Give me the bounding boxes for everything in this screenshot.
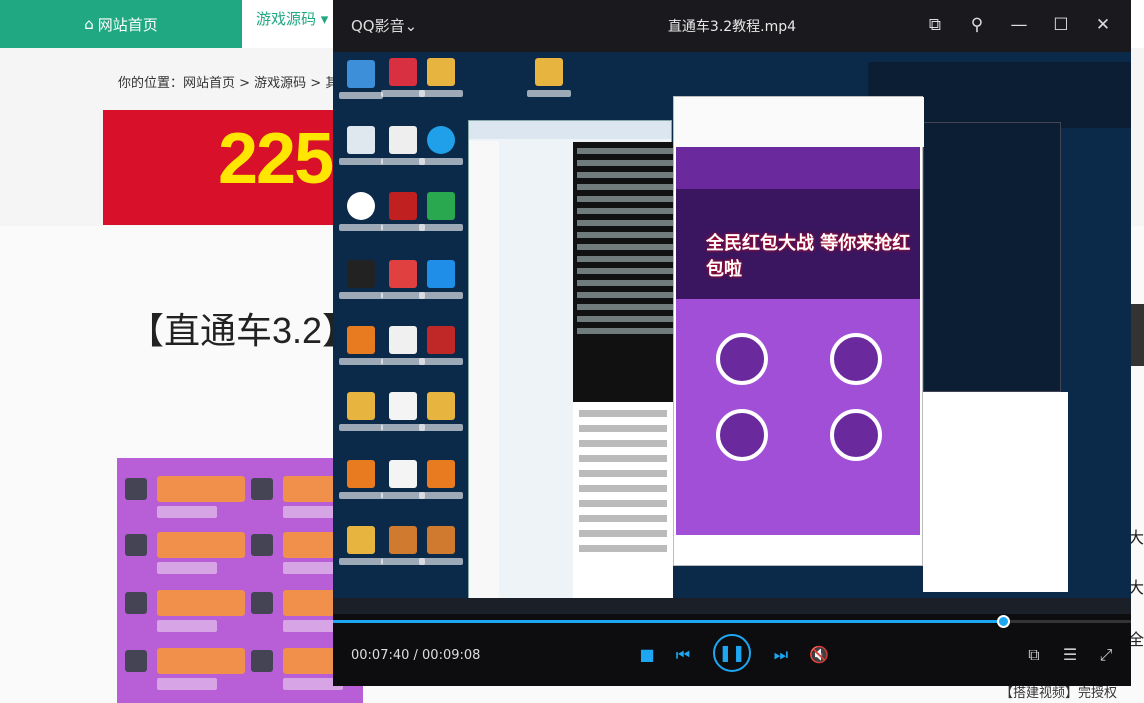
capture-icon[interactable]: ⧉ [1023, 644, 1045, 666]
desktop-icon [419, 192, 463, 231]
breadcrumb: 你的位置：网站首页 > 游戏源码 > 其他 [118, 76, 352, 91]
desktop-icon [339, 60, 383, 99]
chat-row [125, 532, 245, 578]
chat-row [125, 648, 245, 694]
home-icon: ⌂ [84, 15, 94, 33]
game-chip [716, 333, 768, 385]
file-browser-panel [573, 402, 673, 602]
chat-row [125, 476, 245, 522]
nav-home-label: 网站首页 [97, 15, 158, 34]
nav-home[interactable]: ⌂ 网站首页 [0, 0, 242, 48]
nav-game-source[interactable]: 游戏源码 ▾ [256, 0, 328, 48]
pause-icon: ❚❚ [718, 643, 746, 662]
desktop-icon [419, 460, 463, 499]
progress-knob[interactable] [997, 615, 1011, 628]
minimize-icon[interactable]: — [1009, 14, 1029, 36]
terminal-panel [573, 142, 681, 402]
next-icon[interactable]: ⏭ [770, 644, 792, 666]
mute-icon[interactable]: 🔇 [808, 644, 830, 666]
promo-banner[interactable]: 225 [103, 110, 343, 225]
desktop-icon [339, 392, 383, 431]
desktop-icon [419, 58, 463, 97]
game-banner-text: 全民红包大战 等你来抢红包啦 [706, 233, 911, 280]
time-display: 00:07:40 / 00:09:08 [351, 648, 481, 663]
game-chip [716, 409, 768, 461]
previous-icon[interactable]: ⏮ [672, 644, 694, 666]
desktop-icon [419, 526, 463, 565]
chat-row [125, 590, 245, 636]
game-screen: 全民红包大战 等你来抢红包啦 [676, 147, 920, 565]
article-title: 【直通车3.2】 [128, 310, 359, 351]
desktop-icon [419, 260, 463, 299]
settings-icon[interactable]: ☰ [1059, 644, 1081, 666]
nav-game-source-label: 游戏源码 [256, 10, 317, 28]
qq-player-window: QQ影音⌄ 直通车3.2教程.mp4 ⧉ ⚲ — ☐ ✕ 全民红包大战 等你来抢… [333, 0, 1131, 686]
fullscreen-icon[interactable]: ⤢ [1095, 644, 1117, 666]
player-titlebar[interactable]: QQ影音⌄ 直通车3.2教程.mp4 ⧉ ⚲ — ☐ ✕ [333, 0, 1131, 52]
stop-icon[interactable]: ■ [636, 644, 658, 666]
pause-button[interactable]: ❚❚ [713, 634, 751, 672]
maximize-icon[interactable]: ☐ [1051, 14, 1071, 36]
desktop-icon [527, 58, 571, 97]
desktop-icon [339, 260, 383, 299]
desktop-icon [339, 460, 383, 499]
game-chip [830, 409, 882, 461]
desktop-icon [419, 126, 463, 165]
screenshot-icon[interactable]: ⧉ [925, 14, 945, 36]
recorded-taskbar [333, 598, 1131, 614]
playback-controls: 00:07:40 / 00:09:08 ■ ⏮ ❚❚ ⏭ 🔇 ⧉ ☰ ⤢ [333, 614, 1131, 686]
desktop-icon [419, 326, 463, 365]
progress-fill [333, 620, 1004, 623]
close-icon[interactable]: ✕ [1093, 14, 1113, 36]
file-list-window [923, 392, 1068, 592]
desktop-icon [339, 126, 383, 165]
pin-icon[interactable]: ⚲ [967, 14, 987, 36]
game-chip [830, 333, 882, 385]
video-frame[interactable]: 全民红包大战 等你来抢红包啦 [333, 52, 1131, 614]
background-app-window [923, 122, 1061, 392]
desktop-icon [339, 526, 383, 565]
banner-text: 225 [218, 119, 334, 199]
chevron-down-icon: ▾ [320, 10, 329, 28]
article-screenshot [117, 458, 371, 703]
desktop-icon [419, 392, 463, 431]
desktop-icon [339, 192, 383, 231]
desktop-icon [339, 326, 383, 365]
phone-emulator-window: 全民红包大战 等你来抢红包啦 [673, 96, 924, 566]
